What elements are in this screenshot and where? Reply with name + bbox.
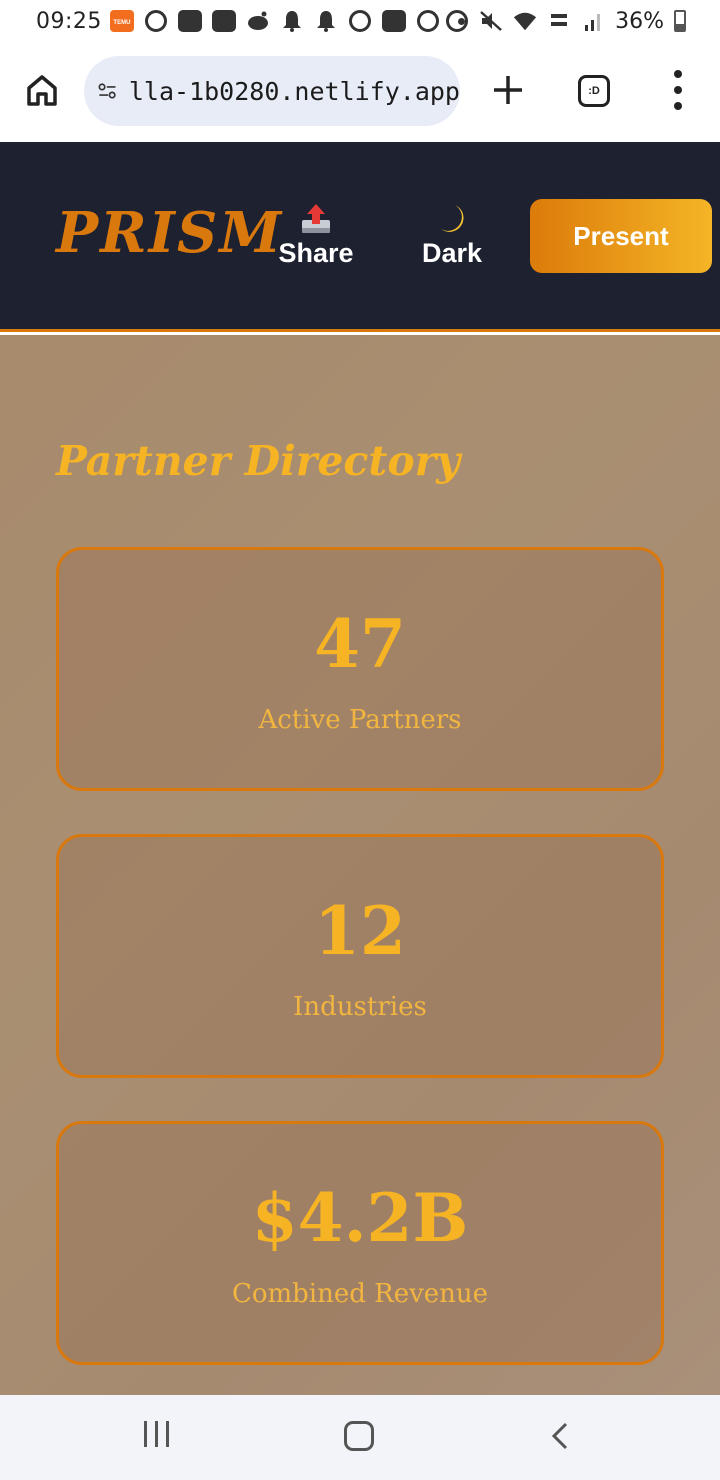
url-text: lla-1b0280.netlify.app: [128, 76, 460, 106]
stat-card-active-partners: 47 Active Partners: [56, 547, 664, 791]
new-tab-button[interactable]: [490, 72, 526, 108]
notification-icons: TEMU: [109, 10, 474, 32]
system-navigation-bar: [0, 1395, 720, 1480]
stat-value: 47: [314, 605, 406, 683]
battery-percent: 36%: [615, 8, 664, 34]
home-nav-button[interactable]: [344, 1421, 374, 1451]
threads-icon: [144, 10, 168, 32]
logo[interactable]: PRISM: [56, 200, 283, 266]
youtube-icon-2: [211, 10, 236, 32]
dark-label: Dark: [421, 238, 483, 268]
volte-icon: [547, 10, 571, 32]
alarm-icon: [445, 10, 469, 32]
menu-dot: [674, 86, 682, 94]
main-content: Partner Directory 47 Active Partners 12 …: [0, 335, 720, 1395]
bell-icon: [280, 10, 304, 32]
back-button[interactable]: [548, 1421, 572, 1451]
status-time: 09:25: [36, 8, 102, 34]
share-button[interactable]: Share: [278, 202, 354, 269]
stat-label: Combined Revenue: [231, 1279, 489, 1309]
site-settings-icon[interactable]: [98, 79, 117, 103]
stat-value: $4.2B: [251, 1179, 469, 1257]
status-bar: 09:25 TEMU 36%: [0, 0, 720, 42]
home-icon: [27, 75, 57, 106]
linkedin-icon: [381, 10, 406, 32]
recent-apps-button[interactable]: [144, 1421, 169, 1447]
overflow-menu-button[interactable]: [670, 70, 686, 110]
sync-icon: [348, 10, 372, 32]
menu-dot: [674, 70, 682, 78]
wifi-icon: [513, 10, 537, 32]
battery-icon: [674, 10, 686, 32]
system-status: 36%: [445, 0, 686, 42]
tab-switcher-button[interactable]: :D: [578, 75, 610, 107]
browser-toolbar: lla-1b0280.netlify.app :D: [0, 42, 720, 142]
moon-icon: [435, 202, 469, 236]
temu-icon: TEMU: [109, 10, 134, 32]
compass-icon: [416, 10, 440, 32]
mute-icon: [479, 10, 503, 32]
address-bar[interactable]: lla-1b0280.netlify.app: [84, 56, 460, 126]
share-label: Share: [278, 238, 354, 268]
dark-mode-button[interactable]: Dark: [420, 202, 484, 269]
app-header: PRISM Share Dark Present: [0, 142, 720, 332]
youtube-icon: [177, 10, 202, 32]
share-icon: [299, 202, 333, 236]
plus-icon: [494, 76, 522, 104]
reddit-icon: [246, 10, 270, 32]
stat-card-combined-revenue: $4.2B Combined Revenue: [56, 1121, 664, 1365]
signal-icon: [581, 10, 605, 32]
back-icon: [551, 1422, 568, 1450]
home-button[interactable]: [24, 72, 60, 108]
stat-value: 12: [314, 892, 406, 970]
page-title: Partner Directory: [56, 437, 461, 485]
stat-label: Industries: [293, 992, 427, 1022]
present-button[interactable]: Present: [530, 199, 712, 273]
menu-dot: [674, 102, 682, 110]
bell-icon-2: [314, 10, 338, 32]
stat-label: Active Partners: [258, 705, 462, 735]
stat-card-industries: 12 Industries: [56, 834, 664, 1078]
